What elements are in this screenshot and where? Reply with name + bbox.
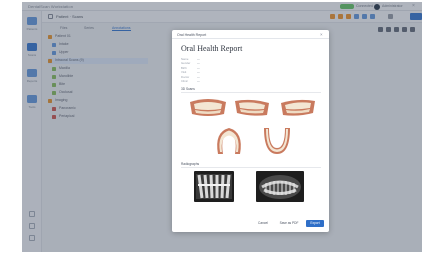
scans-section-title: 3D Scans (181, 87, 195, 91)
xray-section-title: Radiographs (181, 162, 200, 166)
export-button[interactable]: Export (306, 220, 324, 227)
dialog-header: Oral Health Report × (172, 30, 329, 39)
info-key: Gender (181, 61, 191, 66)
info-value: — (197, 70, 200, 75)
dialog-footer: Cancel Save as PDF Export (172, 216, 329, 232)
scan-upper-occlusal[interactable] (212, 124, 246, 158)
section-divider (181, 167, 321, 168)
xray-periapical[interactable] (194, 171, 234, 202)
scan-right-view[interactable] (278, 96, 318, 118)
scan-lower-occlusal[interactable] (260, 124, 294, 158)
scan-left-view[interactable] (232, 96, 272, 118)
report-title: Oral Health Report (181, 44, 243, 53)
info-key: Birth (181, 65, 187, 70)
info-key: Visit (181, 70, 187, 75)
dialog-title: Oral Health Report (177, 32, 207, 37)
app-window: DentalScan Workstation Connected Adminis… (22, 2, 422, 252)
patient-info: Name — Gender — Birth — Visit — Doctor —… (181, 57, 251, 83)
close-icon[interactable]: × (320, 32, 323, 37)
cancel-button[interactable]: Cancel (256, 220, 270, 227)
info-value: — (197, 57, 200, 61)
info-value: — (197, 65, 200, 70)
info-value: — (197, 78, 200, 83)
section-divider (181, 92, 321, 93)
info-row: Clinic — (181, 79, 251, 83)
xray-panoramic[interactable] (256, 171, 304, 202)
info-key: Clinic (181, 78, 188, 83)
info-value: — (197, 74, 200, 79)
report-dialog: Oral Health Report × Oral Health Report … (172, 30, 329, 232)
info-key: Name (181, 57, 189, 61)
save-pdf-button[interactable]: Save as PDF (276, 220, 302, 227)
scan-front-view[interactable] (188, 96, 228, 118)
info-value: — (197, 61, 200, 66)
info-key: Doctor (181, 74, 190, 79)
